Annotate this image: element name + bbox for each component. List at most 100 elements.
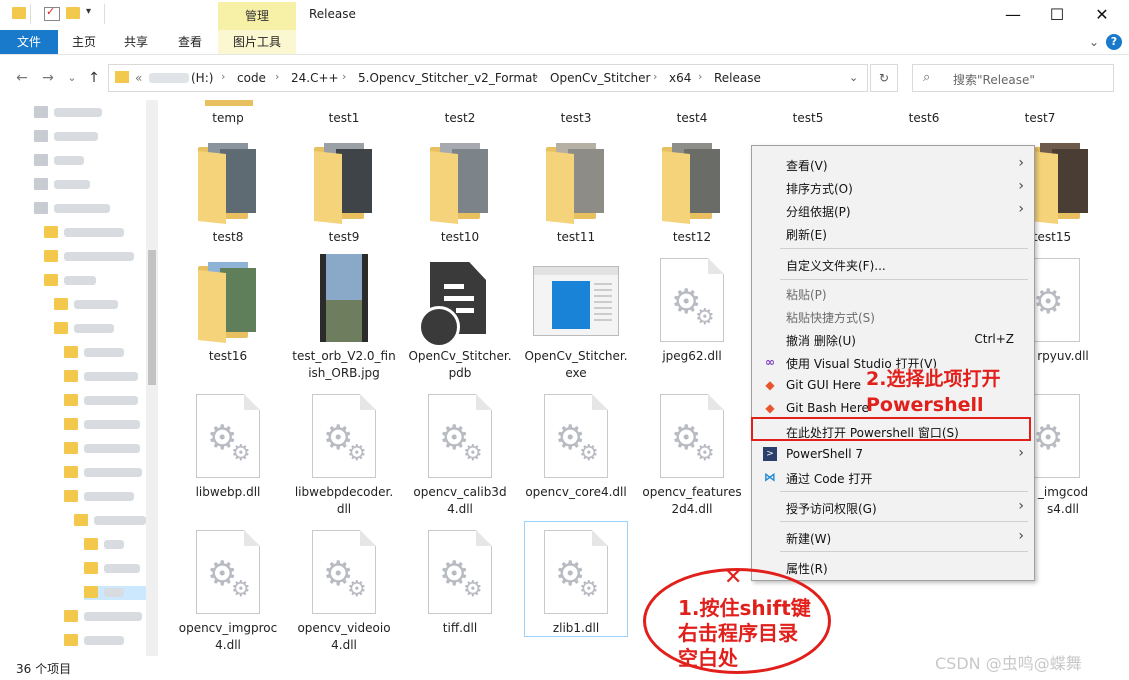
dll-file-icon[interactable]: ⚙: [1030, 258, 1080, 342]
nav-item-blurred[interactable]: [84, 612, 142, 621]
annotation-step2: 2.选择此项打开: [866, 368, 1001, 390]
recent-locations-icon[interactable]: ⌄: [62, 68, 82, 88]
menu-item-refresh[interactable]: 刷新(E): [752, 222, 1034, 245]
folder-icon: [64, 418, 78, 430]
tab-home[interactable]: 主页: [60, 30, 108, 54]
crumb-project[interactable]: 5.Opencv_Stitcher_v2_Format: [358, 71, 537, 85]
ribbon-expand-icon[interactable]: ⌄: [1084, 30, 1104, 54]
help-icon[interactable]: ?: [1106, 34, 1122, 50]
back-button[interactable]: ←: [12, 68, 32, 88]
nav-item-blurred[interactable]: [64, 276, 96, 285]
nav-item-blurred[interactable]: [64, 252, 134, 261]
nav-item-blurred[interactable]: [54, 156, 84, 165]
menu-item-view[interactable]: 查看(V) ›: [752, 153, 1034, 176]
crumb-opencv-stitcher[interactable]: OpenCv_Stitcher: [550, 71, 650, 85]
nav-item-blurred[interactable]: [84, 444, 140, 453]
dll-file-icon[interactable]: ⚙ ⚙: [544, 394, 608, 478]
blurred-drive-label: [149, 73, 189, 83]
nav-item-blurred[interactable]: [54, 108, 102, 117]
crumb-drive[interactable]: (H:): [191, 71, 213, 85]
search-box[interactable]: ⌕ 搜索"Release": [912, 64, 1114, 92]
dll-file-icon[interactable]: ⚙ ⚙: [312, 394, 376, 478]
nav-item-blurred[interactable]: [104, 540, 124, 549]
dll-file-icon[interactable]: ⚙ ⚙: [312, 530, 376, 614]
crumb-x64[interactable]: x64: [669, 71, 691, 85]
folder-thumbnail-icon[interactable]: [198, 262, 256, 343]
nav-item-blurred-selected[interactable]: [104, 588, 124, 597]
refresh-button[interactable]: ↻: [870, 64, 898, 92]
exe-app-icon[interactable]: [533, 266, 619, 336]
nav-scrollbar-thumb[interactable]: [148, 250, 156, 385]
quick-access-dropdown-icon[interactable]: ▾: [86, 6, 91, 17]
nav-item-blurred[interactable]: [54, 132, 98, 141]
menu-item-group-by[interactable]: 分组依据(P) ›: [752, 199, 1034, 222]
address-overflow[interactable]: «: [135, 71, 142, 85]
tab-file[interactable]: 文件: [0, 30, 58, 54]
nav-item-blurred[interactable]: [94, 516, 146, 525]
dll-file-icon[interactable]: ⚙ ⚙: [660, 258, 724, 342]
nav-item-blurred[interactable]: [84, 636, 124, 645]
nav-item-blurred[interactable]: [84, 348, 124, 357]
properties-check-icon[interactable]: ✓: [44, 5, 60, 21]
folder-icon[interactable]: [12, 7, 26, 19]
pdb-file-icon[interactable]: [418, 262, 494, 348]
nav-item-blurred[interactable]: [74, 324, 114, 333]
dll-file-icon[interactable]: ⚙ ⚙: [544, 530, 608, 614]
nav-item-blurred[interactable]: [54, 204, 110, 213]
ribbon-context-tab-manage[interactable]: 管理: [218, 2, 296, 30]
navigation-pane[interactable]: [0, 100, 158, 656]
dll-file-icon[interactable]: ⚙ ⚙: [660, 394, 724, 478]
tab-share[interactable]: 共享: [112, 30, 160, 54]
folder-thumbnail-icon[interactable]: [198, 143, 256, 224]
file-label: test4: [676, 111, 708, 125]
nav-item-blurred[interactable]: [84, 468, 142, 477]
menu-item-customize-folder[interactable]: 自定义文件夹(F)...: [752, 253, 1034, 276]
tab-view[interactable]: 查看: [166, 30, 214, 54]
menu-item-properties[interactable]: 属性(R): [752, 556, 1034, 579]
folder-thumbnail-icon[interactable]: [546, 143, 604, 224]
folder-thumbnail-icon[interactable]: [430, 143, 488, 224]
folder-thumbnail-icon[interactable]: [662, 143, 720, 224]
tab-picture-tools[interactable]: 图片工具: [218, 30, 296, 54]
file-label: libwebpdecoder.dll: [294, 485, 394, 516]
close-button[interactable]: ✕: [1079, 0, 1125, 30]
nav-item-icon: [34, 178, 48, 190]
menu-separator: [780, 279, 1028, 280]
maximize-button[interactable]: ☐: [1034, 0, 1080, 30]
file-label: test9: [328, 230, 360, 244]
nav-item-blurred[interactable]: [64, 228, 124, 237]
crumb-code[interactable]: code: [237, 71, 266, 85]
folder-thumbnail-icon[interactable]: [1030, 143, 1088, 224]
dll-file-icon[interactable]: ⚙ ⚙: [196, 394, 260, 478]
folder-icon: [64, 610, 78, 622]
nav-item-blurred[interactable]: [84, 396, 138, 405]
menu-item-give-access[interactable]: 授予访问权限(G) ›: [752, 496, 1034, 519]
forward-button[interactable]: →: [38, 68, 58, 88]
nav-item-blurred[interactable]: [104, 564, 140, 573]
nav-item-blurred[interactable]: [54, 180, 90, 189]
up-button[interactable]: ↑: [84, 68, 104, 88]
nav-item-blurred[interactable]: [84, 372, 138, 381]
crumb-release[interactable]: Release: [714, 71, 761, 85]
menu-item-open-with-code[interactable]: ⋈ 通过 Code 打开: [752, 466, 1034, 489]
menu-item-new[interactable]: 新建(W) ›: [752, 526, 1034, 549]
dll-file-icon[interactable]: ⚙: [1030, 394, 1080, 478]
nav-item-blurred[interactable]: [84, 492, 134, 501]
dll-file-icon[interactable]: ⚙ ⚙: [196, 530, 260, 614]
nav-item-blurred[interactable]: [74, 300, 118, 309]
address-dropdown-icon[interactable]: ⌄: [849, 71, 858, 84]
menu-item-powershell-7[interactable]: > PowerShell 7 ›: [752, 443, 1034, 466]
item-count: 36 个项目: [16, 662, 72, 676]
folder-thumbnail-icon[interactable]: [314, 143, 372, 224]
minimize-button[interactable]: —: [990, 0, 1036, 30]
crumb-cpp[interactable]: 24.C++: [291, 71, 339, 85]
new-folder-icon[interactable]: [66, 7, 80, 19]
image-thumbnail[interactable]: [320, 254, 368, 342]
chevron-right-icon: ›: [342, 70, 347, 83]
address-bar[interactable]: « (H:) › code › 24.C++ › 5.Opencv_Stitch…: [108, 64, 868, 92]
menu-item-sort-by[interactable]: 排序方式(O) ›: [752, 176, 1034, 199]
nav-item-blurred[interactable]: [84, 420, 140, 429]
menu-item-undo-delete[interactable]: 撤消 删除(U) Ctrl+Z: [752, 328, 1034, 351]
dll-file-icon[interactable]: ⚙ ⚙: [428, 530, 492, 614]
dll-file-icon[interactable]: ⚙ ⚙: [428, 394, 492, 478]
